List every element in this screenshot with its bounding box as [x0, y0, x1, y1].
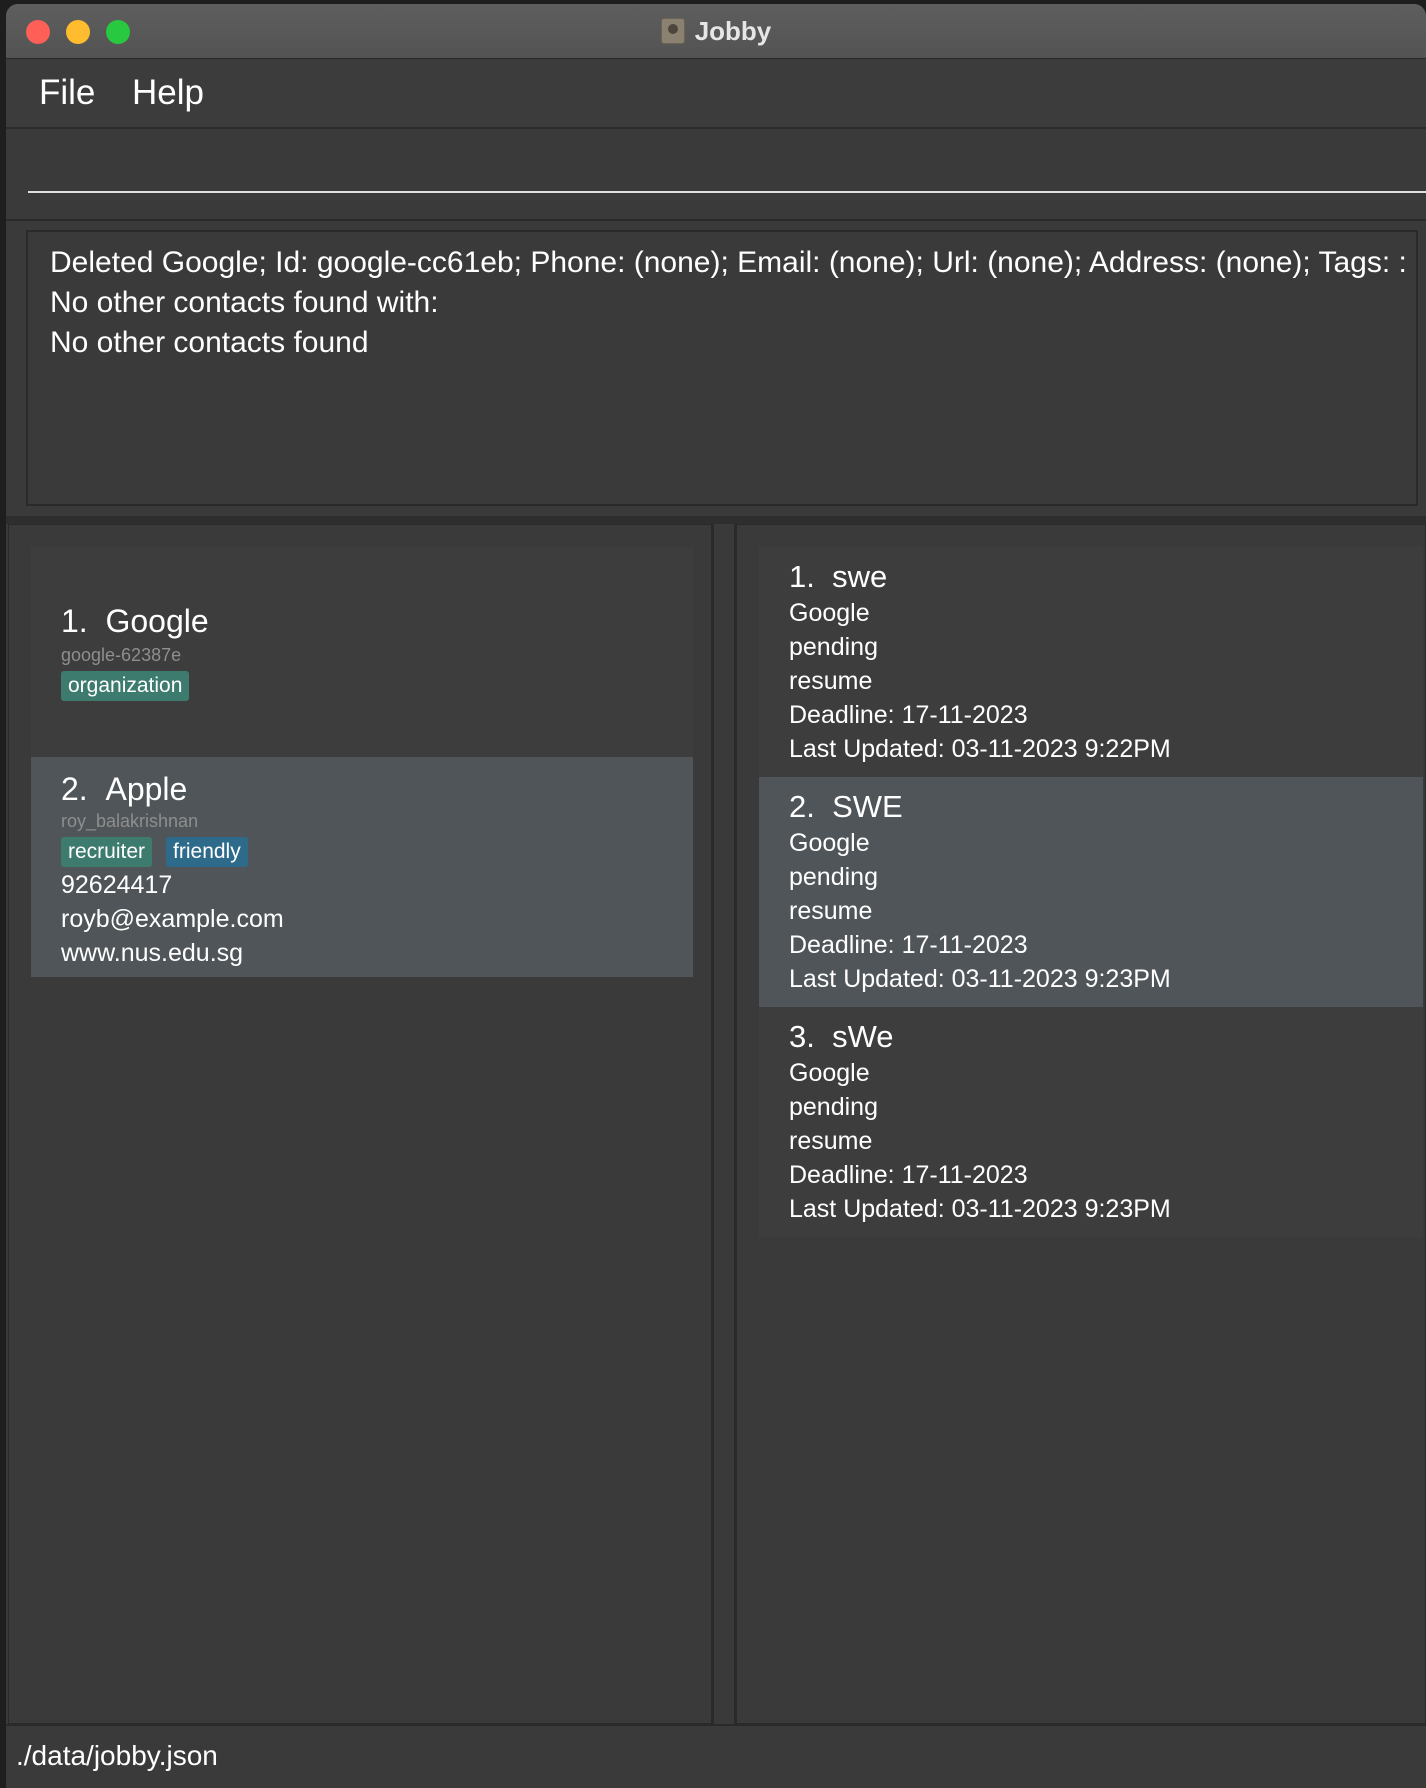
app-window: Jobby File Help Deleted Google; Id: goog…: [6, 4, 1426, 1788]
job-title: 2. SWE: [789, 789, 903, 824]
contact-phone: 92624417: [61, 871, 173, 899]
job-deadline: Deadline: 17-11-2023: [789, 701, 1028, 729]
job-list-panel[interactable]: 1. swe Google pending resume Deadline: 1…: [736, 524, 1426, 1724]
job-company: Google: [789, 829, 870, 857]
tag-list: recruiter friendly: [61, 837, 248, 867]
result-line: No other contacts found with:: [50, 286, 439, 319]
tag-list: organization: [61, 671, 190, 701]
job-status: pending: [789, 863, 878, 891]
tag-badge: organization: [61, 671, 190, 701]
tag-badge: friendly: [166, 837, 248, 867]
menu-file[interactable]: File: [39, 73, 95, 113]
contact-url: www.nus.edu.sg: [61, 939, 244, 967]
window-title: Jobby: [694, 15, 772, 46]
menu-bar: File Help: [6, 59, 1426, 129]
job-last-updated: Last Updated: 03-11-2023 9:23PM: [789, 965, 1171, 993]
contact-name: 2. Apple: [61, 771, 188, 807]
job-company: Google: [789, 599, 870, 627]
app-icon: [660, 18, 685, 44]
split-separator: [6, 516, 1426, 524]
window-title-group: Jobby: [6, 4, 1426, 58]
result-line: Deleted Google; Id: google-cc61eb; Phone…: [50, 246, 1407, 279]
result-display: Deleted Google; Id: google-cc61eb; Phone…: [26, 230, 1418, 506]
job-last-updated: Last Updated: 03-11-2023 9:22PM: [789, 735, 1171, 763]
contact-email: royb@example.com: [61, 905, 284, 933]
contact-card-selected[interactable]: 2. Apple roy_balakrishnan recruiter frie…: [31, 757, 693, 977]
command-area: [6, 129, 1426, 221]
job-card[interactable]: 1. swe Google pending resume Deadline: 1…: [759, 547, 1423, 777]
job-deadline: Deadline: 17-11-2023: [789, 931, 1028, 959]
contact-card[interactable]: 1. Google google-62387e organization: [31, 547, 693, 757]
data-file-path: ./data/jobby.json: [16, 1740, 218, 1771]
job-stage: resume: [789, 667, 873, 695]
tag-badge: recruiter: [61, 837, 153, 867]
job-status: pending: [789, 1093, 878, 1121]
contact-id: roy_balakrishnan: [61, 811, 199, 831]
job-title: 1. swe: [789, 559, 888, 594]
job-company: Google: [789, 1059, 870, 1087]
status-bar: ./data/jobby.json: [6, 1724, 1426, 1788]
contact-list-panel[interactable]: 1. Google google-62387e organization 2. …: [8, 524, 712, 1724]
job-status: pending: [789, 633, 878, 661]
job-card[interactable]: 3. sWe Google pending resume Deadline: 1…: [759, 1007, 1423, 1237]
job-stage: resume: [789, 1127, 873, 1155]
result-line: No other contacts found: [50, 326, 369, 359]
panel-divider[interactable]: [712, 524, 736, 1724]
job-card-selected[interactable]: 2. SWE Google pending resume Deadline: 1…: [759, 777, 1423, 1007]
job-deadline: Deadline: 17-11-2023: [789, 1161, 1028, 1189]
job-last-updated: Last Updated: 03-11-2023 9:23PM: [789, 1195, 1171, 1223]
contact-name: 1. Google: [61, 603, 209, 639]
command-input[interactable]: [28, 153, 1426, 193]
job-title: 3. sWe: [789, 1019, 894, 1054]
contact-id: google-62387e: [61, 645, 182, 665]
title-bar: Jobby: [6, 4, 1426, 59]
job-stage: resume: [789, 897, 873, 925]
menu-help[interactable]: Help: [132, 73, 204, 113]
